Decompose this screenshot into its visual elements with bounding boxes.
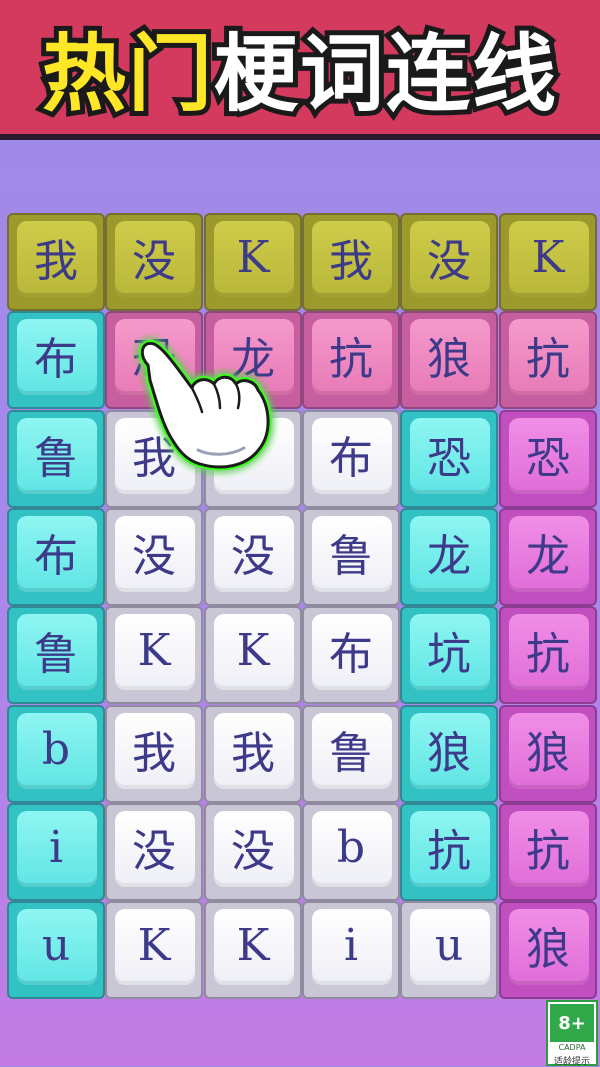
tile-character: 没 [132, 826, 176, 877]
letter-tile-r4-c6[interactable]: 龙 [499, 508, 597, 606]
tile-character: 恐 [526, 433, 570, 484]
tile-character: 狼 [427, 334, 471, 385]
age-rating-badge: 8+ CADPA 适龄提示 [546, 1000, 598, 1067]
letter-tile-r6-c1[interactable]: b [7, 705, 105, 803]
letter-tile-r1-c6[interactable]: K [499, 213, 597, 311]
tile-character: K [236, 919, 270, 971]
tile-character: 恐 [427, 433, 471, 484]
tile-character: 鲁 [329, 531, 373, 582]
letter-tile-r1-c3[interactable]: K [204, 213, 302, 311]
tile-character: 我 [132, 728, 176, 779]
letter-tile-r5-c3[interactable]: K [204, 606, 302, 704]
letter-tile-r5-c6[interactable]: 抗 [499, 606, 597, 704]
letter-tile-r5-c4[interactable]: 布 [302, 606, 400, 704]
letter-tile-r4-c1[interactable]: 布 [7, 508, 105, 606]
tile-character: b [41, 723, 71, 775]
letter-tile-r2-c6[interactable]: 抗 [499, 311, 597, 409]
tile-character: 狼 [427, 728, 471, 779]
tile-character: 狼 [526, 924, 570, 975]
tile-character: 我 [231, 728, 275, 779]
tile-character: K [236, 624, 270, 676]
letter-tile-r4-c3[interactable]: 没 [204, 508, 302, 606]
tile-character: 鲁 [34, 433, 78, 484]
letter-tile-r6-c4[interactable]: 鲁 [302, 705, 400, 803]
tile-character: 抗 [329, 334, 373, 385]
tile-character: u [434, 919, 464, 971]
letter-tile-r4-c2[interactable]: 没 [105, 508, 203, 606]
age-rating-value: 8+ [550, 1004, 594, 1042]
letter-tile-r7-c2[interactable]: 没 [105, 803, 203, 901]
tile-character: 狼 [526, 728, 570, 779]
tile-character: i [48, 821, 64, 873]
letter-tile-r7-c5[interactable]: 抗 [400, 803, 498, 901]
letter-tile-r5-c2[interactable]: K [105, 606, 203, 704]
tile-character: 布 [34, 531, 78, 582]
tile-character: 没 [132, 531, 176, 582]
tile-character: 没 [231, 531, 275, 582]
tile-character: u [41, 919, 71, 971]
tile-character: K [531, 231, 565, 283]
letter-tile-r7-c6[interactable]: 抗 [499, 803, 597, 901]
tile-character: 龙 [526, 531, 570, 582]
tile-character: 抗 [427, 826, 471, 877]
tile-character: K [137, 624, 171, 676]
letter-tile-r2-c4[interactable]: 抗 [302, 311, 400, 409]
tile-character: 抗 [526, 826, 570, 877]
tile-character: 布 [329, 629, 373, 680]
age-rating-tip: 适龄提示 [553, 1057, 590, 1067]
letter-tile-r8-c4[interactable]: i [302, 901, 400, 999]
letter-tile-r8-c1[interactable]: u [7, 901, 105, 999]
game-board: 我没K我没K布恐龙抗狼抗鲁我布恐恐布没没鲁龙龙鲁KK布坑抗b我我鲁狼狼i没没b抗… [0, 0, 600, 1066]
letter-tile-r6-c2[interactable]: 我 [105, 705, 203, 803]
letter-tile-r3-c1[interactable]: 鲁 [7, 410, 105, 508]
letter-tile-r6-c3[interactable]: 我 [204, 705, 302, 803]
tile-character: 抗 [526, 334, 570, 385]
pointing-hand-icon [138, 339, 272, 471]
letter-tile-r6-c5[interactable]: 狼 [400, 705, 498, 803]
age-rating-org: CADPA [558, 1043, 586, 1052]
tile-character: 我 [34, 236, 78, 287]
letter-tile-r1-c1[interactable]: 我 [7, 213, 105, 311]
tile-character: 布 [329, 433, 373, 484]
letter-tile-r5-c5[interactable]: 坑 [400, 606, 498, 704]
letter-tile-r8-c5[interactable]: u [400, 901, 498, 999]
letter-tile-r4-c4[interactable]: 鲁 [302, 508, 400, 606]
tile-character: 没 [132, 236, 176, 287]
tile-character: K [236, 231, 270, 283]
tile-character: 没 [231, 826, 275, 877]
letter-tile-r8-c3[interactable]: K [204, 901, 302, 999]
letter-tile-r3-c5[interactable]: 恐 [400, 410, 498, 508]
letter-tile-r3-c6[interactable]: 恐 [499, 410, 597, 508]
tile-character: K [137, 919, 171, 971]
letter-tile-r7-c4[interactable]: b [302, 803, 400, 901]
letter-tile-r1-c2[interactable]: 没 [105, 213, 203, 311]
letter-tile-r2-c1[interactable]: 布 [7, 311, 105, 409]
tile-character: 布 [34, 334, 78, 385]
tile-character: 我 [329, 236, 373, 287]
letter-tile-r1-c5[interactable]: 没 [400, 213, 498, 311]
tile-character: 龙 [427, 531, 471, 582]
letter-tile-r3-c4[interactable]: 布 [302, 410, 400, 508]
letter-tile-r1-c4[interactable]: 我 [302, 213, 400, 311]
letter-tile-r8-c2[interactable]: K [105, 901, 203, 999]
tile-character: 鲁 [329, 728, 373, 779]
letter-tile-r5-c1[interactable]: 鲁 [7, 606, 105, 704]
letter-tile-r7-c1[interactable]: i [7, 803, 105, 901]
letter-tile-r4-c5[interactable]: 龙 [400, 508, 498, 606]
tile-character: 鲁 [34, 629, 78, 680]
tile-character: b [336, 821, 366, 873]
letter-tile-r6-c6[interactable]: 狼 [499, 705, 597, 803]
tile-character: 坑 [427, 629, 471, 680]
letter-tile-r7-c3[interactable]: 没 [204, 803, 302, 901]
tile-character: 没 [427, 236, 471, 287]
letter-tile-r2-c5[interactable]: 狼 [400, 311, 498, 409]
tile-character: i [343, 919, 359, 971]
letter-tile-r8-c6[interactable]: 狼 [499, 901, 597, 999]
tile-character: 抗 [526, 629, 570, 680]
